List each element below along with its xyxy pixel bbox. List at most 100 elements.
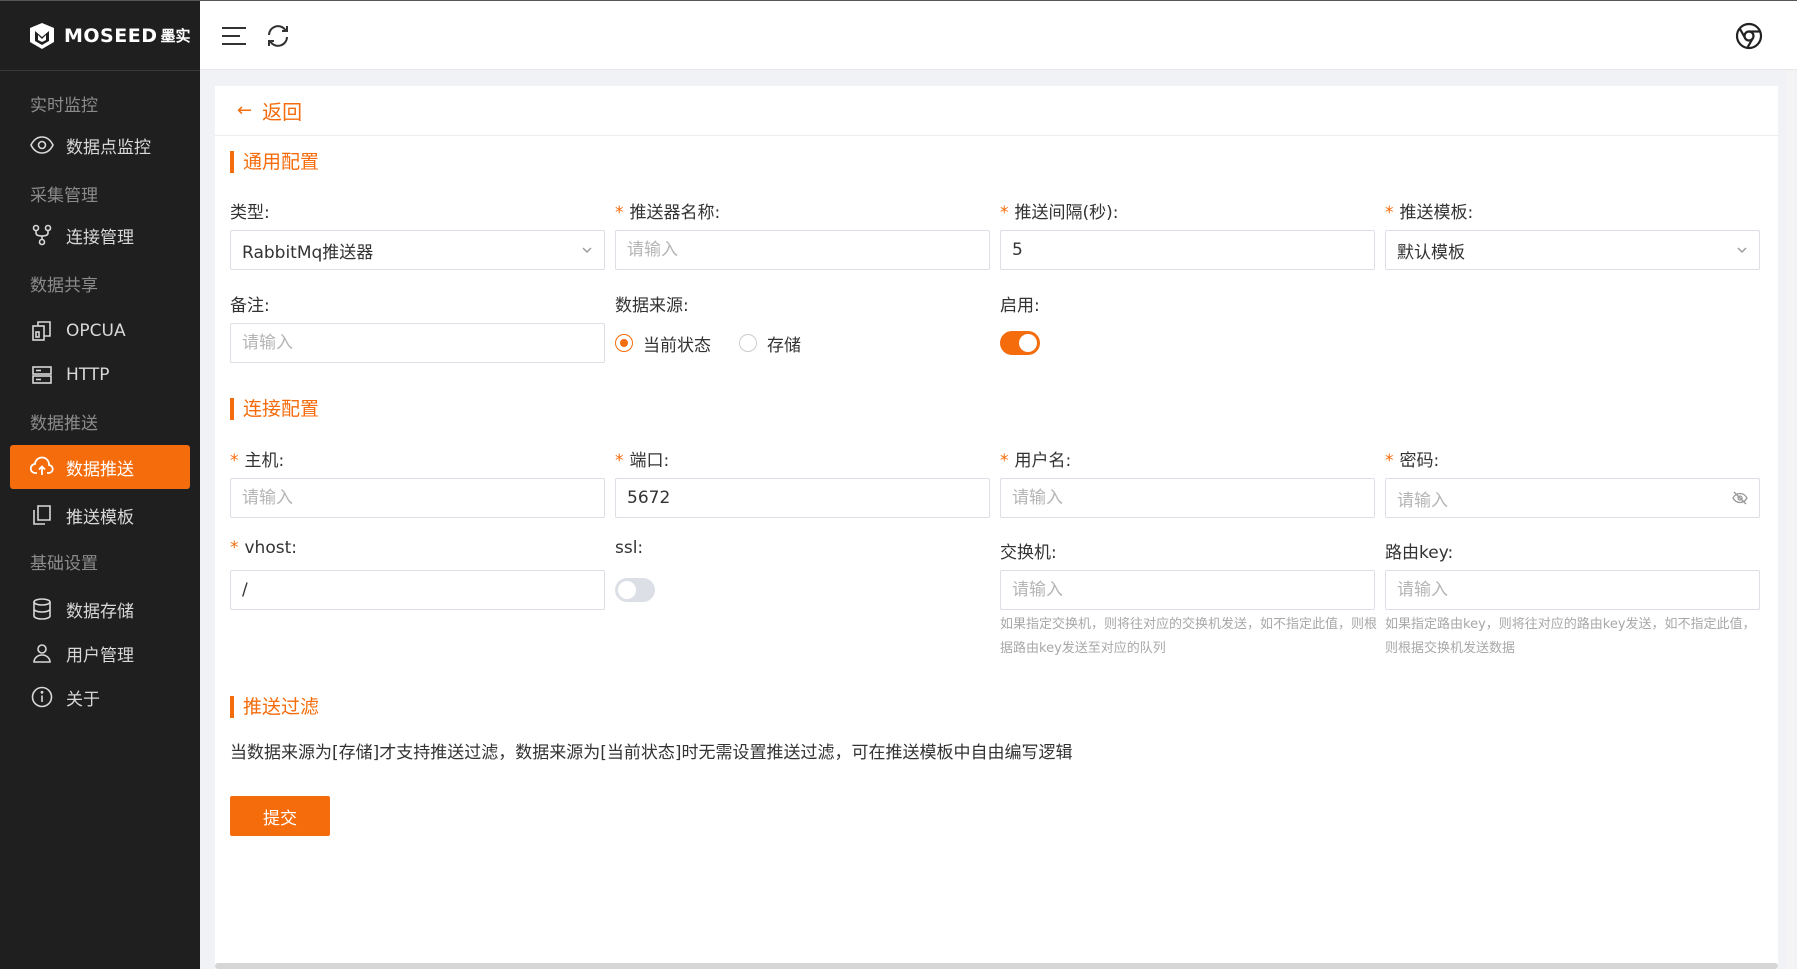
sidebar-item-connections[interactable]: 连接管理 xyxy=(0,213,200,257)
field-password: * 密码: 请输入 xyxy=(1385,446,1760,518)
sidebar-item-http[interactable]: HTTP xyxy=(0,353,200,397)
document-icon xyxy=(30,503,54,527)
exchange-label: 交换机: xyxy=(1000,543,1057,563)
chevron-down-icon xyxy=(582,247,592,253)
data-source-label: 数据来源: xyxy=(615,296,689,316)
remark-label: 备注: xyxy=(230,296,270,316)
field-type: 类型: RabbitMq推送器 xyxy=(230,198,605,270)
type-value: RabbitMq推送器 xyxy=(242,242,374,263)
user-icon xyxy=(30,641,54,665)
username-label: * 用户名: xyxy=(1000,451,1072,471)
logo[interactable]: MOSEED 墨实 xyxy=(0,1,200,71)
info-icon xyxy=(30,685,54,709)
sidebar-item-opcua[interactable]: OPCUA xyxy=(0,309,200,353)
vertical-scrollbar[interactable] xyxy=(1787,70,1795,969)
brand-sub: 墨实 xyxy=(160,27,191,45)
radio-current-state[interactable]: 当前状态 xyxy=(615,331,711,356)
field-interval: * 推送间隔(秒): xyxy=(1000,198,1375,270)
field-template: * 推送模板: 默认模板 xyxy=(1385,198,1760,270)
sidebar-item-datapoint-monitor[interactable]: 数据点监控 xyxy=(0,123,200,167)
pusher-name-input[interactable] xyxy=(615,230,990,270)
sidebar-item-label: 数据推送 xyxy=(66,459,134,480)
eye-icon xyxy=(30,133,54,157)
template-value: 默认模板 xyxy=(1397,242,1465,263)
back-button[interactable]: ← 返回 xyxy=(215,86,1778,136)
type-select[interactable]: RabbitMq推送器 xyxy=(230,230,605,270)
group-push: 数据推送 xyxy=(30,414,98,434)
ssl-label: ssl: xyxy=(615,538,644,558)
field-port: * 端口: xyxy=(615,446,990,518)
copy-icon xyxy=(30,319,54,343)
routing-key-hint: 如果指定路由key，则将往对应的路由key发送，如不指定此值，则根据交换机发送数… xyxy=(1385,617,1756,656)
enabled-label: 启用: xyxy=(1000,296,1040,316)
host-input[interactable] xyxy=(230,478,605,518)
sidebar-item-label: 推送模板 xyxy=(66,507,134,528)
field-enabled: 启用: xyxy=(1000,291,1375,363)
field-pusher-name: * 推送器名称: xyxy=(615,198,990,270)
data-source-radio-group: 当前状态 存储 xyxy=(615,323,990,363)
template-select[interactable]: 默认模板 xyxy=(1385,230,1760,270)
database-icon xyxy=(30,597,54,621)
back-label: 返回 xyxy=(262,100,303,124)
password-label: * 密码: xyxy=(1385,451,1440,471)
moseed-logo-icon xyxy=(30,22,54,49)
interval-input[interactable] xyxy=(1000,230,1375,270)
chrome-icon[interactable] xyxy=(1735,22,1763,50)
vhost-label: * vhost: xyxy=(230,538,297,558)
sidebar-item-label: 数据点监控 xyxy=(66,137,151,158)
toggle-knob xyxy=(618,581,636,599)
content-card: ← 返回 通用配置 类型: RabbitMq推送器 *推送器名称: *推送间隔(… xyxy=(215,86,1778,969)
submit-button[interactable]: 提交 xyxy=(230,796,330,836)
field-username: * 用户名: xyxy=(1000,446,1375,518)
sidebar-item-data-push[interactable]: 数据推送 xyxy=(10,445,190,489)
sidebar-item-storage[interactable]: 数据存储 xyxy=(0,587,200,631)
radio-storage[interactable]: 存储 xyxy=(739,331,801,356)
sidebar-item-push-template[interactable]: 推送模板 xyxy=(0,493,200,537)
sidebar-item-label: 用户管理 xyxy=(66,645,134,666)
sidebar-item-label: 连接管理 xyxy=(66,227,134,248)
sidebar: MOSEED 墨实 实时监控 数据点监控 采集管理 连接管理 数据共享 OPCU… xyxy=(0,0,200,969)
section-connection-title: 连接配置 xyxy=(230,398,319,420)
section-general-title: 通用配置 xyxy=(230,151,319,173)
field-routing-key: 路由key: 如果指定路由key，则将往对应的路由key发送，如不指定此值，则根… xyxy=(1385,538,1760,661)
pusher-name-label: * 推送器名称: xyxy=(615,203,721,223)
routing-key-input[interactable] xyxy=(1385,570,1760,610)
template-label: * 推送模板: xyxy=(1385,203,1474,223)
port-input[interactable] xyxy=(615,478,990,518)
horizontal-scrollbar[interactable] xyxy=(215,963,1778,969)
interval-label: * 推送间隔(秒): xyxy=(1000,203,1119,223)
radio-dot xyxy=(615,334,633,352)
toggle-knob xyxy=(1019,334,1037,352)
routing-key-label: 路由key: xyxy=(1385,543,1454,563)
type-label: 类型: xyxy=(230,203,270,223)
group-realtime: 实时监控 xyxy=(30,96,98,116)
sidebar-item-users[interactable]: 用户管理 xyxy=(0,631,200,675)
field-vhost: * vhost: xyxy=(230,538,605,610)
group-settings: 基础设置 xyxy=(30,554,98,574)
filter-note: 当数据来源为[存储]才支持推送过滤，数据来源为[当前状态]时无需设置推送过滤，可… xyxy=(230,743,1073,763)
radio-dot xyxy=(739,334,757,352)
enabled-toggle[interactable] xyxy=(1000,331,1040,355)
remark-input[interactable] xyxy=(230,323,605,363)
ssl-toggle[interactable] xyxy=(615,578,655,602)
exchange-hint: 如果指定交换机，则将往对应的交换机发送，如不指定此值，则根据路由key发送至对应… xyxy=(1000,617,1378,656)
refresh-icon[interactable] xyxy=(264,22,292,50)
menu-icon[interactable] xyxy=(220,22,248,50)
field-exchange: 交换机: 如果指定交换机，则将往对应的交换机发送，如不指定此值，则根据路由key… xyxy=(1000,538,1377,661)
port-label: * 端口: xyxy=(615,451,670,471)
sidebar-item-about[interactable]: 关于 xyxy=(0,675,200,719)
password-placeholder: 请输入 xyxy=(1397,490,1448,511)
topbar xyxy=(200,0,1797,70)
sidebar-item-label: HTTP xyxy=(66,365,110,385)
password-input[interactable]: 请输入 xyxy=(1385,478,1760,518)
username-input[interactable] xyxy=(1000,478,1375,518)
chevron-down-icon xyxy=(1737,247,1747,253)
field-data-source: 数据来源: 当前状态 存储 xyxy=(615,291,990,363)
eye-hidden-icon[interactable] xyxy=(1732,491,1748,505)
vhost-input[interactable] xyxy=(230,570,605,610)
sidebar-item-label: 数据存储 xyxy=(66,601,134,622)
exchange-input[interactable] xyxy=(1000,570,1375,610)
branch-icon xyxy=(30,223,54,247)
field-host: * 主机: xyxy=(230,446,605,518)
server-icon xyxy=(30,363,54,387)
